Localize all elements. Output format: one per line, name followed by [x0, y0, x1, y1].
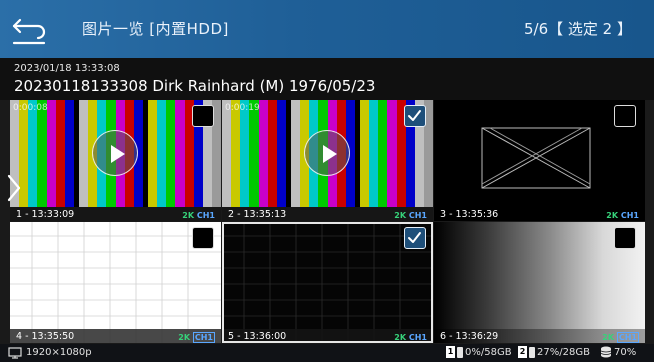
checkmark-icon [408, 110, 421, 121]
play-button[interactable] [92, 130, 138, 176]
resolution-badge: 2K CH1 [394, 211, 427, 220]
resolution-badge: 2K CH1 [602, 332, 639, 343]
select-checkbox[interactable] [192, 105, 214, 127]
slot-number: 1 [446, 346, 455, 358]
select-checkbox[interactable] [192, 227, 214, 249]
resolution-badge: 2K CH1 [394, 333, 427, 342]
status-footer: 1920×1080p 1 0%/58GB 2 27%/28GB 70% [0, 344, 654, 362]
black-grid-image [222, 222, 433, 343]
slot-usage: 0%/58GB [465, 346, 512, 358]
internal-usage: 70% [614, 346, 637, 358]
video-timestamp: 0:00:19 [225, 103, 260, 113]
sd-slot-2: 2 27%/28GB [518, 346, 590, 358]
thumbnail-1[interactable]: 0:00:08 1 - 13:33:09 2K CH1 [10, 100, 221, 221]
play-icon [111, 145, 125, 163]
checkmark-icon [408, 232, 421, 243]
header-bar: 图片一览 [内置HDD] 5/6【 选定 2 】 [0, 0, 654, 58]
white-grid-image [10, 222, 221, 343]
thumbnail-3[interactable]: 3 - 13:35:36 2K CH1 [434, 100, 645, 221]
page-selection-status: 5/6【 选定 2 】 [524, 20, 632, 38]
thumbnail-label: 6 - 13:36:29 [440, 331, 499, 342]
thumbnail-6[interactable]: 6 - 13:36:29 2K CH1 [434, 222, 645, 343]
select-checkbox[interactable] [404, 105, 426, 127]
page-title: 图片一览 [内置HDD] [82, 20, 229, 38]
thumbnail-label: 4 - 13:35:50 [16, 331, 75, 342]
output-resolution: 1920×1080p [26, 347, 92, 358]
thumbnail-5[interactable]: 5 - 13:36:00 2K CH1 [222, 222, 433, 343]
play-icon [323, 145, 337, 163]
select-checkbox[interactable] [404, 227, 426, 249]
internal-storage: 70% [600, 346, 636, 358]
back-button[interactable] [10, 12, 50, 46]
thumbnail-label: 3 - 13:35:36 [440, 209, 499, 220]
slot-number: 2 [518, 346, 527, 358]
video-timestamp: 0:00:08 [13, 103, 48, 113]
sd-slot-1: 1 0%/58GB [446, 346, 512, 358]
thumbnail-4[interactable]: 4 - 13:35:50 2K CH1 [10, 222, 221, 343]
resolution-badge: 2K CH1 [182, 211, 215, 220]
chevron-right-icon [7, 174, 21, 202]
scroll-left-button[interactable] [4, 170, 24, 206]
sd-card-icon [529, 346, 535, 358]
slot-usage: 27%/28GB [537, 346, 590, 358]
database-icon [600, 346, 612, 358]
thumbnail-grid: 0:00:08 1 - 13:33:09 2K CH1 0:00:19 2 - … [10, 100, 645, 343]
resolution-badge: 2K CH1 [606, 211, 639, 220]
patient-line: 20230118133308 Dirk Rainhard (M) 1976/05… [14, 77, 376, 95]
select-checkbox[interactable] [614, 227, 636, 249]
back-arrow-icon [12, 18, 46, 45]
resolution-badge: 2K CH1 [178, 332, 215, 343]
thumbnail-label: 5 - 13:36:00 [228, 331, 287, 342]
thumbnail-label: 2 - 13:35:13 [228, 209, 287, 220]
thumbnail-2[interactable]: 0:00:19 2 - 13:35:13 2K CH1 [222, 100, 433, 221]
thumbnail-label: 1 - 13:33:09 [16, 209, 75, 220]
sd-card-icon [457, 346, 463, 358]
record-datetime: 2023/01/18 13:33:08 [14, 63, 120, 74]
monitor-icon [8, 347, 22, 359]
select-checkbox[interactable] [614, 105, 636, 127]
play-button[interactable] [304, 130, 350, 176]
thumbnail-2-frame-a [222, 100, 286, 207]
record-info: 2023/01/18 13:33:08 20230118133308 Dirk … [0, 58, 654, 100]
